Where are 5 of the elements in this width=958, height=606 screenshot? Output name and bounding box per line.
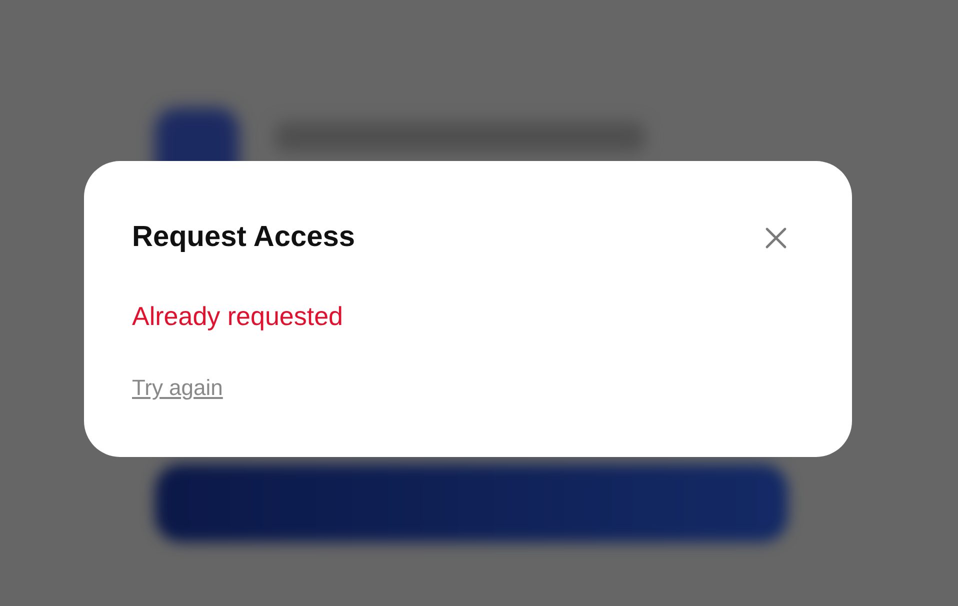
dialog-title: Request Access xyxy=(132,220,355,255)
error-message: Already requested xyxy=(132,301,344,332)
close-icon xyxy=(765,226,787,248)
try-again-link[interactable]: Try again xyxy=(132,375,223,401)
close-button[interactable] xyxy=(764,226,788,250)
